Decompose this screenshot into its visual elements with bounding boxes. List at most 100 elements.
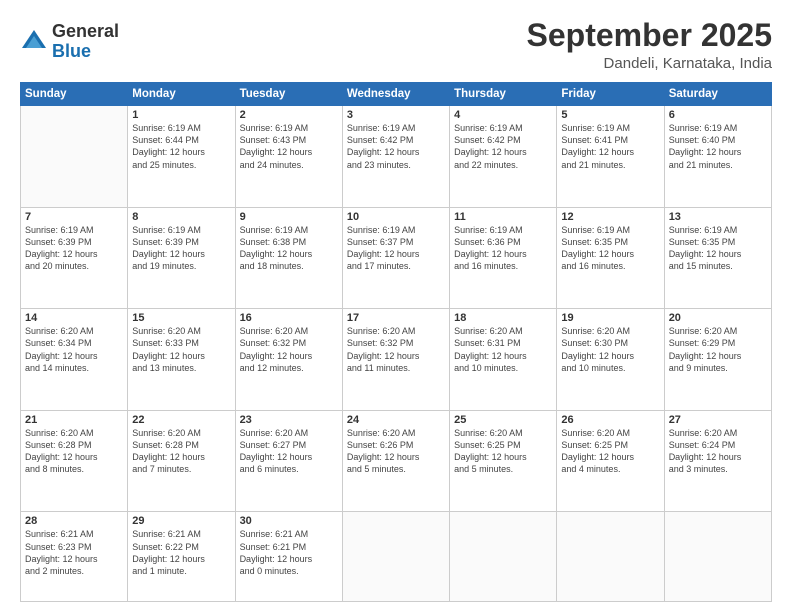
day-number: 11 (454, 211, 552, 223)
calendar-cell: 28Sunrise: 6:21 AM Sunset: 6:23 PM Dayli… (21, 512, 128, 602)
calendar-cell: 29Sunrise: 6:21 AM Sunset: 6:22 PM Dayli… (128, 512, 235, 602)
day-number: 4 (454, 109, 552, 121)
calendar-week-4: 21Sunrise: 6:20 AM Sunset: 6:28 PM Dayli… (21, 410, 772, 512)
day-number: 23 (240, 414, 338, 426)
day-number: 15 (132, 312, 230, 324)
logo: General Blue (20, 22, 119, 62)
col-header-wednesday: Wednesday (342, 83, 449, 106)
col-header-thursday: Thursday (450, 83, 557, 106)
day-info: Sunrise: 6:20 AM Sunset: 6:32 PM Dayligh… (347, 325, 445, 374)
calendar-cell: 25Sunrise: 6:20 AM Sunset: 6:25 PM Dayli… (450, 410, 557, 512)
day-number: 14 (25, 312, 123, 324)
calendar-cell: 16Sunrise: 6:20 AM Sunset: 6:32 PM Dayli… (235, 309, 342, 411)
logo-general: General (52, 22, 119, 42)
calendar-cell: 18Sunrise: 6:20 AM Sunset: 6:31 PM Dayli… (450, 309, 557, 411)
day-number: 22 (132, 414, 230, 426)
day-info: Sunrise: 6:20 AM Sunset: 6:32 PM Dayligh… (240, 325, 338, 374)
day-info: Sunrise: 6:21 AM Sunset: 6:22 PM Dayligh… (132, 528, 230, 577)
day-info: Sunrise: 6:20 AM Sunset: 6:24 PM Dayligh… (669, 427, 767, 476)
day-info: Sunrise: 6:20 AM Sunset: 6:34 PM Dayligh… (25, 325, 123, 374)
calendar-cell: 3Sunrise: 6:19 AM Sunset: 6:42 PM Daylig… (342, 106, 449, 208)
day-number: 12 (561, 211, 659, 223)
day-info: Sunrise: 6:20 AM Sunset: 6:29 PM Dayligh… (669, 325, 767, 374)
day-number: 6 (669, 109, 767, 121)
calendar-cell: 9Sunrise: 6:19 AM Sunset: 6:38 PM Daylig… (235, 207, 342, 309)
day-number: 9 (240, 211, 338, 223)
calendar-cell: 20Sunrise: 6:20 AM Sunset: 6:29 PM Dayli… (664, 309, 771, 411)
day-info: Sunrise: 6:19 AM Sunset: 6:41 PM Dayligh… (561, 122, 659, 171)
col-header-saturday: Saturday (664, 83, 771, 106)
calendar-cell: 24Sunrise: 6:20 AM Sunset: 6:26 PM Dayli… (342, 410, 449, 512)
calendar-cell (450, 512, 557, 602)
calendar-cell (557, 512, 664, 602)
calendar-cell: 19Sunrise: 6:20 AM Sunset: 6:30 PM Dayli… (557, 309, 664, 411)
day-number: 28 (25, 515, 123, 527)
day-info: Sunrise: 6:19 AM Sunset: 6:39 PM Dayligh… (25, 224, 123, 273)
calendar-cell: 6Sunrise: 6:19 AM Sunset: 6:40 PM Daylig… (664, 106, 771, 208)
calendar-cell: 7Sunrise: 6:19 AM Sunset: 6:39 PM Daylig… (21, 207, 128, 309)
calendar-cell: 23Sunrise: 6:20 AM Sunset: 6:27 PM Dayli… (235, 410, 342, 512)
calendar-week-5: 28Sunrise: 6:21 AM Sunset: 6:23 PM Dayli… (21, 512, 772, 602)
day-number: 19 (561, 312, 659, 324)
logo-text: General Blue (52, 22, 119, 62)
day-number: 1 (132, 109, 230, 121)
calendar-cell: 5Sunrise: 6:19 AM Sunset: 6:41 PM Daylig… (557, 106, 664, 208)
day-number: 8 (132, 211, 230, 223)
calendar-cell: 8Sunrise: 6:19 AM Sunset: 6:39 PM Daylig… (128, 207, 235, 309)
day-number: 5 (561, 109, 659, 121)
col-header-tuesday: Tuesday (235, 83, 342, 106)
day-number: 16 (240, 312, 338, 324)
day-info: Sunrise: 6:19 AM Sunset: 6:42 PM Dayligh… (347, 122, 445, 171)
calendar-cell (21, 106, 128, 208)
calendar-cell: 30Sunrise: 6:21 AM Sunset: 6:21 PM Dayli… (235, 512, 342, 602)
day-info: Sunrise: 6:19 AM Sunset: 6:44 PM Dayligh… (132, 122, 230, 171)
day-number: 20 (669, 312, 767, 324)
day-info: Sunrise: 6:19 AM Sunset: 6:35 PM Dayligh… (669, 224, 767, 273)
calendar-week-3: 14Sunrise: 6:20 AM Sunset: 6:34 PM Dayli… (21, 309, 772, 411)
col-header-sunday: Sunday (21, 83, 128, 106)
day-info: Sunrise: 6:20 AM Sunset: 6:28 PM Dayligh… (25, 427, 123, 476)
calendar-cell (664, 512, 771, 602)
day-number: 27 (669, 414, 767, 426)
day-info: Sunrise: 6:19 AM Sunset: 6:42 PM Dayligh… (454, 122, 552, 171)
day-info: Sunrise: 6:19 AM Sunset: 6:39 PM Dayligh… (132, 224, 230, 273)
calendar-cell: 11Sunrise: 6:19 AM Sunset: 6:36 PM Dayli… (450, 207, 557, 309)
day-info: Sunrise: 6:20 AM Sunset: 6:27 PM Dayligh… (240, 427, 338, 476)
calendar-cell: 27Sunrise: 6:20 AM Sunset: 6:24 PM Dayli… (664, 410, 771, 512)
header: General Blue September 2025 Dandeli, Kar… (20, 18, 772, 72)
title-block: September 2025 Dandeli, Karnataka, India (527, 18, 772, 72)
logo-blue: Blue (52, 42, 119, 62)
day-info: Sunrise: 6:20 AM Sunset: 6:33 PM Dayligh… (132, 325, 230, 374)
day-number: 26 (561, 414, 659, 426)
day-info: Sunrise: 6:20 AM Sunset: 6:25 PM Dayligh… (561, 427, 659, 476)
day-number: 10 (347, 211, 445, 223)
day-number: 30 (240, 515, 338, 527)
logo-icon (20, 28, 48, 56)
calendar-cell: 22Sunrise: 6:20 AM Sunset: 6:28 PM Dayli… (128, 410, 235, 512)
calendar-cell: 17Sunrise: 6:20 AM Sunset: 6:32 PM Dayli… (342, 309, 449, 411)
day-info: Sunrise: 6:20 AM Sunset: 6:26 PM Dayligh… (347, 427, 445, 476)
day-info: Sunrise: 6:19 AM Sunset: 6:35 PM Dayligh… (561, 224, 659, 273)
day-number: 18 (454, 312, 552, 324)
calendar-cell: 21Sunrise: 6:20 AM Sunset: 6:28 PM Dayli… (21, 410, 128, 512)
calendar-header-row: SundayMondayTuesdayWednesdayThursdayFrid… (21, 83, 772, 106)
day-info: Sunrise: 6:19 AM Sunset: 6:40 PM Dayligh… (669, 122, 767, 171)
calendar-cell: 14Sunrise: 6:20 AM Sunset: 6:34 PM Dayli… (21, 309, 128, 411)
day-number: 13 (669, 211, 767, 223)
day-number: 21 (25, 414, 123, 426)
day-number: 2 (240, 109, 338, 121)
calendar-week-1: 1Sunrise: 6:19 AM Sunset: 6:44 PM Daylig… (21, 106, 772, 208)
calendar-cell: 13Sunrise: 6:19 AM Sunset: 6:35 PM Dayli… (664, 207, 771, 309)
day-info: Sunrise: 6:21 AM Sunset: 6:21 PM Dayligh… (240, 528, 338, 577)
day-number: 3 (347, 109, 445, 121)
location: Dandeli, Karnataka, India (527, 55, 772, 72)
day-number: 7 (25, 211, 123, 223)
page: General Blue September 2025 Dandeli, Kar… (0, 0, 792, 612)
day-number: 17 (347, 312, 445, 324)
calendar-cell: 15Sunrise: 6:20 AM Sunset: 6:33 PM Dayli… (128, 309, 235, 411)
calendar-week-2: 7Sunrise: 6:19 AM Sunset: 6:39 PM Daylig… (21, 207, 772, 309)
calendar-cell: 12Sunrise: 6:19 AM Sunset: 6:35 PM Dayli… (557, 207, 664, 309)
day-number: 25 (454, 414, 552, 426)
calendar-cell (342, 512, 449, 602)
day-info: Sunrise: 6:20 AM Sunset: 6:25 PM Dayligh… (454, 427, 552, 476)
